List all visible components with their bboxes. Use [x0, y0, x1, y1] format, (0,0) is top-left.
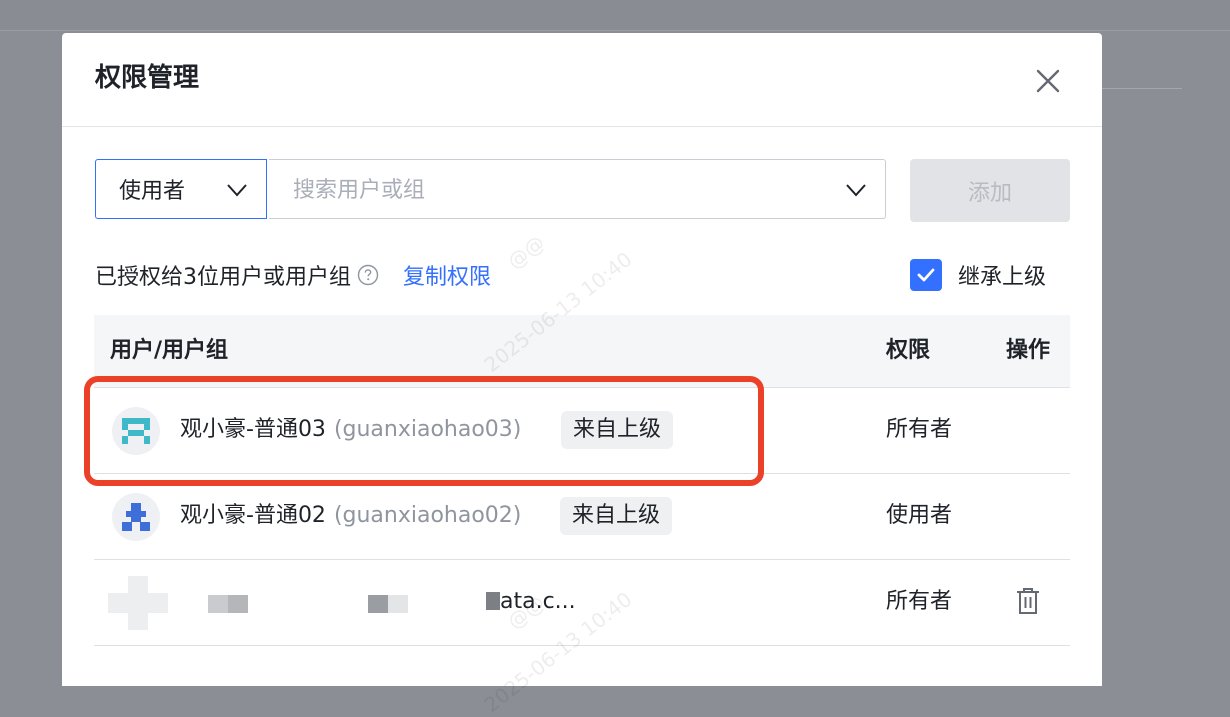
avatar	[112, 493, 160, 541]
table-row: 观小豪-普通02 (guanxiaohao02) 来自上级 使用者	[94, 474, 1070, 560]
redacted-text	[208, 595, 228, 613]
role-select-value: 使用者	[119, 179, 186, 204]
pixel-avatar-teal-icon	[122, 418, 150, 444]
background-top-band	[0, 0, 1230, 31]
granted-count-text: 已授权给3位用户或用户组	[95, 265, 351, 290]
close-icon	[1036, 69, 1060, 93]
granted-info: 已授权给3位用户或用户组 复制权限	[95, 259, 491, 291]
help-icon[interactable]	[357, 264, 379, 286]
inherit-checkbox[interactable]	[910, 259, 942, 291]
permission-dialog: 权限管理 使用者 添加 已授权给3位用户或用户组 复制权限 继承上级 用户/用户…	[62, 33, 1102, 686]
user-display-name: 观小豪-普通02	[180, 503, 326, 528]
background-divider	[1102, 88, 1182, 89]
chevron-down-icon	[227, 184, 247, 197]
table-header: 用户/用户组 权限 操作	[94, 315, 1070, 388]
redacted-text	[388, 595, 408, 613]
redacted-user-id: ata.c...	[486, 586, 576, 618]
check-icon	[917, 268, 935, 282]
redacted-text	[368, 595, 388, 613]
user-search-select[interactable]	[269, 159, 886, 219]
partial-user-id: ata.c...	[500, 589, 576, 614]
pixel-avatar-blue-icon	[122, 503, 150, 531]
redacted-avatar	[108, 576, 168, 630]
header-permission: 权限	[886, 338, 931, 363]
delete-button[interactable]	[1016, 587, 1040, 619]
add-button[interactable]: 添加	[910, 159, 1070, 222]
user-id: (guanxiaohao02)	[333, 503, 522, 528]
permission-value: 所有者	[886, 417, 953, 442]
user-name: 观小豪-普通03 (guanxiaohao03)	[180, 414, 521, 446]
chevron-down-icon	[846, 184, 866, 197]
user-search-input[interactable]	[291, 170, 815, 210]
dialog-title: 权限管理	[95, 63, 200, 93]
permission-table: 用户/用户组 权限 操作 观小豪-普通03 (guanxiaohao03) 来自上…	[94, 315, 1070, 646]
role-select[interactable]: 使用者	[95, 159, 267, 219]
dialog-header: 权限管理	[62, 33, 1102, 127]
user-display-name: 观小豪-普通03	[180, 417, 326, 442]
inherited-tag: 来自上级	[560, 497, 673, 535]
inherit-label: 继承上级	[958, 265, 1047, 290]
permission-value: 使用者	[886, 503, 953, 528]
permission-value: 所有者	[886, 589, 953, 614]
user-id: (guanxiaohao03)	[333, 417, 522, 442]
trash-icon	[1017, 588, 1039, 614]
close-button[interactable]	[1030, 63, 1066, 99]
user-name: 观小豪-普通02 (guanxiaohao02)	[180, 500, 521, 532]
redacted-text	[486, 592, 500, 610]
header-user: 用户/用户组	[110, 338, 229, 363]
copy-permission-link[interactable]: 复制权限	[403, 259, 491, 291]
avatar	[112, 407, 160, 455]
inherit-toggle[interactable]: 继承上级	[910, 259, 1046, 291]
table-row: ata.c... 所有者	[94, 560, 1070, 646]
table-row: 观小豪-普通03 (guanxiaohao03) 来自上级 所有者	[94, 388, 1070, 474]
inherited-tag: 来自上级	[561, 411, 674, 449]
redacted-text	[228, 595, 248, 613]
header-action: 操作	[1006, 338, 1051, 363]
